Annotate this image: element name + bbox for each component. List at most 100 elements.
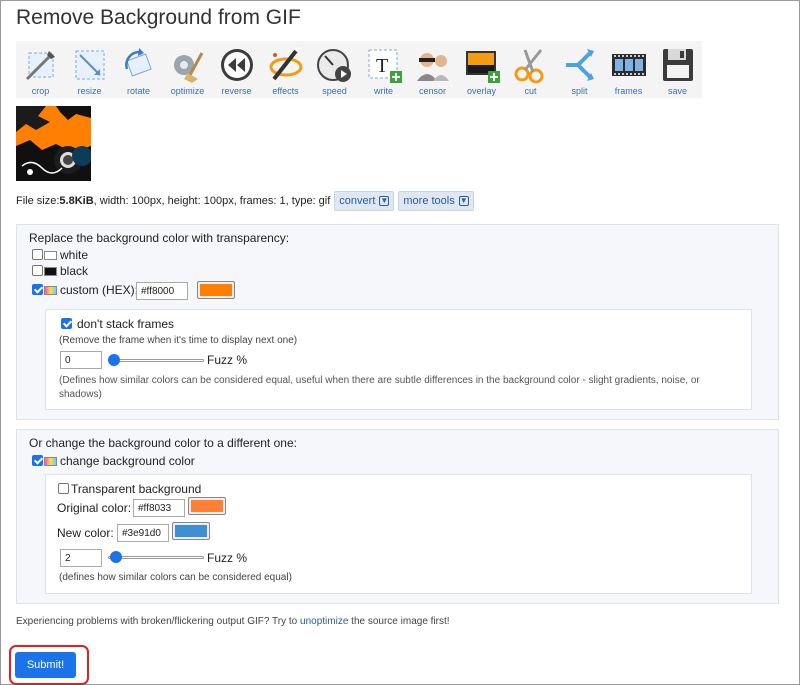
tool-label: resize [77,86,102,96]
original-color-label: Original color: [57,501,132,515]
transparent-label: Transparent background [71,482,202,496]
replace-panel: Replace the background color with transp… [16,224,779,420]
dont-stack-note: (Remove the frame when it's time to disp… [59,335,298,346]
fuzz-label: Fuzz % [207,353,248,367]
page-title: Remove Background from GIF [16,6,301,29]
tool-crop[interactable]: crop [16,41,65,98]
file-size-label: File size: [16,195,60,207]
custom-swatch-icon [44,286,57,295]
fuzz-slider[interactable] [108,353,204,367]
change-heading: Or change the background color to a diff… [29,436,297,450]
replace-options-box: don't stack frames (Remove the frame whe… [45,309,752,410]
reverse-icon [220,49,253,81]
white-label: white [60,248,89,262]
tool-label: censor [418,86,446,96]
change-swatch-icon [44,457,57,466]
black-swatch-icon [44,267,57,276]
new-color-swatch [175,525,207,537]
more-tools-button[interactable]: more tools ▼ [398,191,474,211]
custom-checkbox[interactable] [32,284,43,295]
tool-label: speed [322,86,347,96]
change-fuzz-slider[interactable] [108,550,204,564]
tool-label: crop [31,86,50,96]
tool-label: split [571,86,588,96]
tool-write[interactable]: T write [359,41,408,98]
tool-toolbar: crop resize rotate optimize reverse effe… [16,41,702,98]
custom-color-picker[interactable] [197,281,235,299]
resize-icon [75,50,104,80]
new-color-label: New color: [57,526,114,540]
dont-stack-checkbox[interactable] [61,318,72,329]
fuzz-input[interactable] [60,351,102,369]
tool-label: optimize [170,86,205,96]
original-color-swatch [191,500,223,512]
file-details: , width: 100px, height: 100px, frames: 1… [93,195,331,207]
tool-save[interactable]: save [653,41,702,98]
tool-label: overlay [466,86,496,96]
fuzz-slider-track [108,359,204,362]
censor-icon [416,53,449,81]
hint-post: the source image first! [348,616,450,627]
svg-text:T: T [376,55,388,77]
transparent-checkbox[interactable] [58,483,69,494]
tool-censor[interactable]: censor [408,41,457,98]
hint-pre: Experiencing problems with broken/flicke… [16,616,301,627]
tool-rotate[interactable]: rotate [114,41,163,98]
dropdown-arrow-icon: ▼ [458,196,469,206]
unoptimize-link[interactable]: unoptimize [300,616,348,627]
dropdown-arrow-icon: ▼ [379,196,390,206]
custom-color-swatch [200,284,232,296]
change-fuzz-note: (defines how similar colors can be consi… [59,572,292,583]
tool-resize[interactable]: resize [65,41,114,98]
change-fuzz-slider-track [108,556,204,559]
scissors-icon [514,49,543,84]
change-fuzz-slider-thumb[interactable] [110,551,122,563]
tool-label: write [373,86,393,96]
new-color-picker[interactable] [172,522,210,540]
overlay-icon [465,51,500,83]
change-fuzz-input[interactable] [60,549,102,567]
split-icon [565,49,594,81]
tool-speed[interactable]: speed [310,41,359,98]
black-checkbox[interactable] [32,265,43,276]
change-bg-checkbox[interactable] [32,455,43,466]
crop-icon [25,51,55,81]
tool-reverse[interactable]: reverse [212,41,261,98]
optimize-icon [173,52,203,83]
convert-button[interactable]: convert ▼ [334,191,395,211]
tool-label: save [667,86,687,96]
effects-icon [269,46,302,81]
dont-stack-label: don't stack frames [77,317,174,331]
convert-label: convert [339,195,376,207]
film-icon [611,54,646,76]
tool-label: cut [524,86,537,96]
replace-heading: Replace the background color with transp… [29,231,290,245]
change-panel: Or change the background color to a diff… [16,429,779,604]
tool-cut[interactable]: cut [506,41,555,98]
fuzz-slider-thumb[interactable] [108,354,120,366]
change-options-box: Transparent background Original color: N… [45,474,752,594]
new-color-input[interactable] [117,524,169,542]
change-bg-label: change background color [60,454,195,468]
custom-hex-input[interactable] [136,282,188,300]
original-color-picker[interactable] [188,497,226,515]
rotate-icon [124,48,152,77]
tool-label: effects [272,86,299,96]
black-label: black [60,264,89,278]
tool-split[interactable]: split [555,41,604,98]
tool-label: frames [614,86,643,96]
tool-frames[interactable]: frames [604,41,653,98]
write-icon: T [368,49,402,83]
tool-overlay[interactable]: overlay [457,41,506,98]
file-info: File size: 5.8KiB , width: 100px, height… [16,191,474,211]
change-fuzz-label: Fuzz % [207,551,248,565]
unoptimize-hint: Experiencing problems with broken/flicke… [16,616,450,627]
tool-optimize[interactable]: optimize [163,41,212,98]
tool-effects[interactable]: effects [261,41,310,98]
speed-icon [316,49,351,82]
file-size-value: 5.8KiB [59,195,94,207]
submit-button[interactable]: Submit! [15,652,76,678]
white-checkbox[interactable] [32,249,43,260]
tool-label: rotate [126,86,150,96]
original-color-input[interactable] [133,499,185,517]
